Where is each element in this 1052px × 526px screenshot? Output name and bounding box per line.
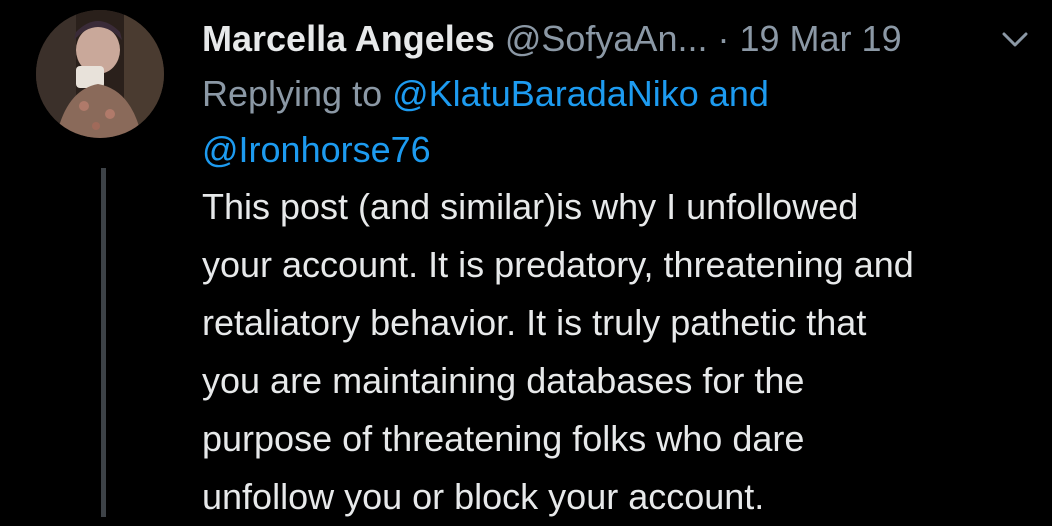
- tweet-text: This post (and similar)is why I unfollow…: [202, 178, 1042, 526]
- avatar[interactable]: [36, 10, 164, 138]
- chevron-down-icon[interactable]: [998, 22, 1032, 56]
- tweet-text-line: you are maintaining databases for the: [202, 360, 805, 401]
- mention-link[interactable]: @KlatuBaradaNiko: [392, 73, 699, 114]
- mention-link[interactable]: @Ironhorse76: [202, 129, 431, 170]
- author-name[interactable]: Marcella Angeles: [202, 18, 495, 59]
- replying-to: Replying to @KlatuBaradaNiko and @Ironho…: [202, 66, 1042, 178]
- tweet-text-line: purpose of threatening folks who dare: [202, 418, 805, 459]
- replying-to-label: Replying to: [202, 73, 383, 114]
- avatar-image: [36, 10, 164, 138]
- tweet-text-line: unfollow you or block your account.: [202, 476, 765, 517]
- tweet-text-line: This post (and similar)is why I unfollow…: [202, 186, 859, 227]
- tweet[interactable]: Marcella Angeles @SofyaAn... · 19 Mar 19…: [0, 0, 1052, 517]
- separator-dot: ·: [717, 18, 730, 59]
- author-handle[interactable]: @SofyaAn...: [505, 18, 708, 59]
- tweet-text-line: your account. It is predatory, threateni…: [202, 244, 914, 285]
- tweet-header: Marcella Angeles @SofyaAn... · 19 Mar 19: [202, 14, 1042, 64]
- tweet-text-line: retaliatory behavior. It is truly pathet…: [202, 302, 867, 343]
- tweet-date[interactable]: 19 Mar 19: [740, 18, 902, 59]
- mention-joiner[interactable]: and: [709, 73, 769, 114]
- thread-line: [101, 168, 106, 517]
